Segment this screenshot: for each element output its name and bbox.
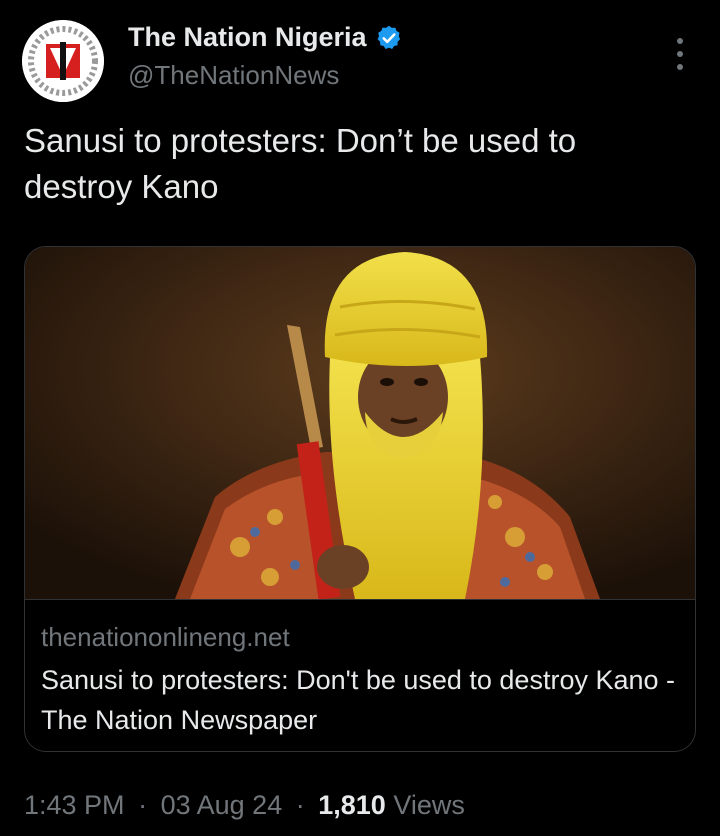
card-footer[interactable]: thenationonlineng.net Sanusi to proteste… (25, 599, 695, 751)
tweet-text: Sanusi to protesters: Don’t be used to d… (24, 122, 577, 205)
tweet-container: The Nation Nigeria @TheNationNews Sanusi… (0, 0, 720, 836)
author-handle[interactable]: @TheNationNews (128, 60, 339, 91)
author-name-row: The Nation Nigeria (128, 22, 403, 53)
emir-portrait-image[interactable] (25, 247, 695, 599)
dot-icon (677, 51, 683, 57)
separator-dot: · (138, 790, 148, 820)
timestamp-date[interactable]: 03 Aug 24 (161, 790, 283, 820)
views-count[interactable]: 1,810 (318, 790, 386, 820)
dot-icon (677, 38, 683, 44)
newspaper-logo-icon (22, 20, 104, 102)
tweet-metadata: 1:43 PM · 03 Aug 24 · 1,810 Views (24, 790, 465, 821)
author-name[interactable]: The Nation Nigeria (128, 22, 367, 53)
link-card[interactable]: thenationonlineng.net Sanusi to proteste… (24, 246, 696, 752)
verified-badge-icon (375, 24, 403, 52)
dot-icon (677, 64, 683, 70)
more-options-button[interactable] (668, 38, 692, 70)
timestamp-time[interactable]: 1:43 PM (24, 790, 125, 820)
card-title: Sanusi to protesters: Don't be used to d… (41, 665, 676, 735)
separator-dot: · (295, 790, 305, 820)
views-label: Views (393, 790, 465, 820)
avatar[interactable] (22, 20, 104, 102)
card-domain: thenationonlineng.net (41, 622, 290, 652)
